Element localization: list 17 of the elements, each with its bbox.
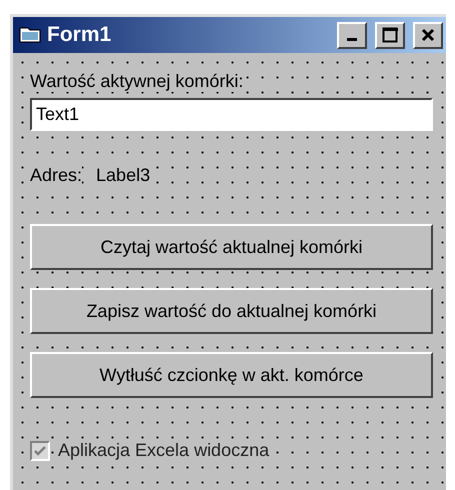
action-button[interactable]: Wytłuść czcionkę w akt. komórce [30, 352, 433, 398]
maximize-button[interactable] [375, 22, 405, 48]
action-button[interactable]: Czytaj wartość aktualnej komórki [30, 224, 433, 270]
minimize-icon [347, 38, 357, 41]
field-label: Wartość aktywnej komórki: [30, 71, 244, 92]
checkbox-label: Aplikacja Excela widoczna [58, 440, 270, 461]
form-icon [19, 26, 41, 44]
window-title: Form1 [47, 23, 112, 47]
close-button[interactable] [413, 22, 443, 48]
minimize-button[interactable] [337, 22, 367, 48]
address-value: Label3 [96, 165, 150, 186]
action-button[interactable]: Zapisz wartość do aktualnej komórki [30, 288, 433, 334]
close-icon [421, 28, 435, 42]
value-field[interactable]: Text1 [30, 98, 433, 131]
maximize-icon [382, 27, 398, 43]
check-icon [33, 444, 47, 456]
address-caption: Adres: [30, 165, 82, 186]
